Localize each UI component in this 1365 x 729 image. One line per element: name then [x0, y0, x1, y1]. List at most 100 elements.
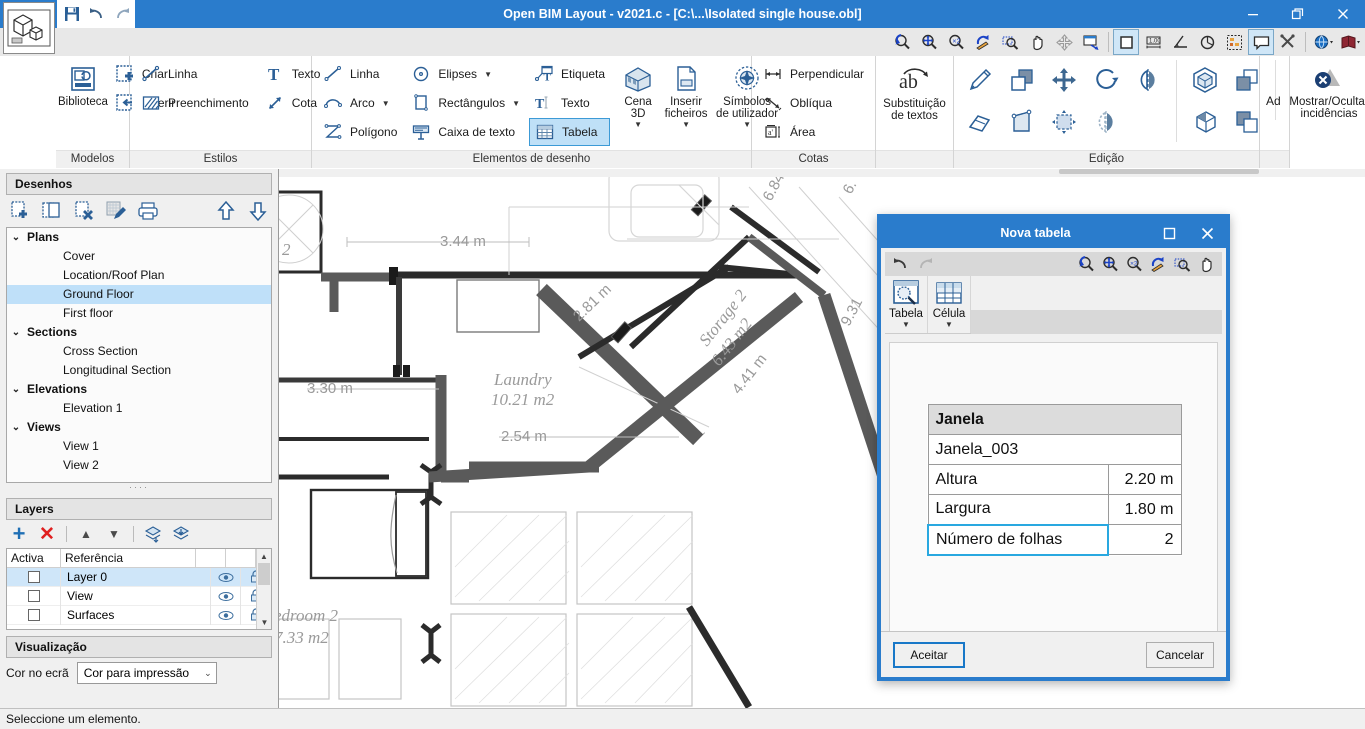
- delete-drawing-icon[interactable]: [72, 199, 96, 223]
- help-book-icon[interactable]: [1337, 29, 1363, 55]
- table-cell-altura-value[interactable]: 2.20 m: [1107, 464, 1182, 495]
- group-3d-icon[interactable]: [1185, 60, 1225, 100]
- tree-item-cover[interactable]: Cover: [7, 247, 271, 266]
- dialog-restore-button[interactable]: [1150, 218, 1188, 248]
- etiqueta-button[interactable]: T Etiqueta: [529, 60, 610, 88]
- snap-distance-icon[interactable]: 1.00: [1140, 29, 1166, 55]
- restore-button[interactable]: [1275, 0, 1320, 28]
- merge-layers-ic on[interactable]: [142, 523, 164, 545]
- table-row[interactable]: Número de folhas 2: [927, 523, 1182, 556]
- chevron-down-icon[interactable]: ⌄: [9, 418, 23, 437]
- pan-icon[interactable]: [1194, 253, 1218, 275]
- redraw-icon[interactable]: [1146, 253, 1170, 275]
- chevron-down-icon[interactable]: ▼: [512, 99, 520, 108]
- tree-item-ground-floor[interactable]: Ground Floor: [7, 285, 271, 304]
- eye-icon[interactable]: [211, 586, 241, 606]
- dialog-tabela-button[interactable]: Tabela ▼: [885, 276, 928, 333]
- tools-icon[interactable]: [1275, 29, 1301, 55]
- area-button[interactable]: a' Área: [758, 118, 869, 146]
- zoom-window-icon[interactable]: [889, 29, 915, 55]
- table-cell-numero-folhas-label[interactable]: Número de folhas: [927, 523, 1109, 556]
- move-up-icon[interactable]: [214, 199, 238, 223]
- tree-group-views[interactable]: ⌄ Views: [7, 418, 271, 437]
- ungroup-3d-icon[interactable]: [1185, 102, 1225, 142]
- zoom-all-icon[interactable]: [1098, 253, 1122, 275]
- tree-group-sections[interactable]: ⌄ Sections: [7, 323, 271, 342]
- scroll-down-icon[interactable]: ▼: [257, 615, 272, 629]
- preenchimento-button[interactable]: Preenchimento: [136, 89, 254, 117]
- chevron-down-icon[interactable]: ⌄: [9, 380, 23, 399]
- chevron-down-icon[interactable]: ▼: [634, 121, 642, 129]
- biblioteca-button[interactable]: Biblioteca: [58, 60, 108, 108]
- layers-scrollbar[interactable]: ▲ ▼: [256, 549, 271, 629]
- tree-group-elevations[interactable]: ⌄ Elevations: [7, 380, 271, 399]
- table-row[interactable]: Largura 1.80 m: [927, 494, 1182, 525]
- eye-icon[interactable]: [211, 567, 241, 587]
- layer-active-checkbox[interactable]: [7, 586, 61, 606]
- zoom-previous-icon[interactable]: ×2: [943, 29, 969, 55]
- snap-arc-icon[interactable]: [1194, 29, 1220, 55]
- layer-active-checkbox[interactable]: [7, 567, 61, 587]
- chevron-down-icon[interactable]: ▼: [682, 121, 690, 129]
- flatten-layers-icon[interactable]: [170, 523, 192, 545]
- zoom-rectangle-icon[interactable]: [1170, 253, 1194, 275]
- globe-icon[interactable]: [1310, 29, 1336, 55]
- chevron-down-icon[interactable]: ▼: [484, 70, 492, 79]
- drawings-tree[interactable]: ⌄ Plans Cover Location/Roof Plan Ground …: [6, 227, 272, 483]
- rotate-icon[interactable]: [1086, 60, 1126, 100]
- chevron-down-icon[interactable]: ▼: [945, 321, 953, 329]
- inserir-ficheiros-button[interactable]: Inserir ficheiros ▼: [660, 60, 712, 129]
- perpendicular-button[interactable]: Perpendicular: [758, 60, 869, 88]
- move-icon[interactable]: [1044, 60, 1084, 100]
- redraw-icon[interactable]: [970, 29, 996, 55]
- table-row-header[interactable]: Janela: [927, 404, 1182, 435]
- panel-splitter[interactable]: ····: [0, 483, 278, 494]
- window-properties-table[interactable]: Janela Janela_003 Altura 2.20 m Largura …: [927, 404, 1182, 556]
- undo-icon[interactable]: [88, 5, 106, 23]
- chevron-down-icon[interactable]: ▼: [902, 321, 910, 329]
- layers-table[interactable]: Activa Referência Layer 0 View Surfaces …: [6, 548, 272, 630]
- tree-item-longitudinal-section[interactable]: Longitudinal Section: [7, 361, 271, 380]
- dialog-close-button[interactable]: [1188, 218, 1226, 248]
- tree-item-first-floor[interactable]: First floor: [7, 304, 271, 323]
- table-cell-largura-label[interactable]: Largura: [927, 494, 1109, 525]
- table-cell-numero-folhas-value[interactable]: 2: [1107, 524, 1182, 555]
- add-layer-icon[interactable]: +: [8, 521, 30, 546]
- table-row[interactable]: Surfaces: [7, 605, 271, 625]
- tabela-button[interactable]: Tabela: [529, 118, 611, 146]
- elipses-button[interactable]: Elipses ▼: [406, 60, 525, 88]
- print-drawing-icon[interactable]: [136, 199, 160, 223]
- table-cell-altura-label[interactable]: Altura: [927, 464, 1109, 495]
- layer-down-icon[interactable]: ▼: [103, 523, 125, 545]
- chevron-down-icon[interactable]: ⌄: [204, 668, 212, 679]
- linha-button[interactable]: Linha: [318, 60, 402, 88]
- table-row[interactable]: Layer 0: [7, 567, 271, 587]
- cena-3d-button[interactable]: Cena 3D ▼: [616, 60, 660, 129]
- zoom-previous-icon[interactable]: ×2: [1122, 253, 1146, 275]
- tree-group-plans[interactable]: ⌄ Plans: [7, 228, 271, 247]
- layer-active-checkbox[interactable]: [7, 605, 61, 625]
- app-logo[interactable]: [3, 2, 55, 54]
- table-row[interactable]: Altura 2.20 m: [927, 464, 1182, 495]
- nova-tabela-dialog[interactable]: Nova tabela ×2 Tabela ▼ Célula ▼ Janela …: [877, 214, 1230, 681]
- save-icon[interactable]: [63, 5, 81, 23]
- snap-grid-icon[interactable]: [1221, 29, 1247, 55]
- tree-item-view-2[interactable]: View 2: [7, 456, 271, 475]
- tree-item-view-1[interactable]: View 1: [7, 437, 271, 456]
- table-row-subheader[interactable]: Janela_003: [927, 434, 1182, 465]
- substituicao-textos-button[interactable]: ab Substituição de textos: [882, 60, 947, 122]
- zoom-window-icon[interactable]: [1074, 253, 1098, 275]
- window-layout-icon[interactable]: [1078, 29, 1104, 55]
- move-view-icon[interactable]: [1051, 29, 1077, 55]
- stretch-icon[interactable]: [1002, 102, 1042, 142]
- minimize-button[interactable]: [1230, 0, 1275, 28]
- delete-layer-icon[interactable]: ✕: [36, 523, 58, 545]
- eye-icon[interactable]: [211, 605, 241, 625]
- redo-icon[interactable]: [113, 5, 131, 23]
- add-drawing-icon[interactable]: [8, 199, 32, 223]
- arco-button[interactable]: Arco ▼: [318, 89, 402, 117]
- snap-angle-icon[interactable]: [1167, 29, 1193, 55]
- edit-pencil-icon[interactable]: [960, 60, 1000, 100]
- aceitar-button[interactable]: Aceitar: [893, 641, 965, 668]
- tree-item-elevation-1[interactable]: Elevation 1: [7, 399, 271, 418]
